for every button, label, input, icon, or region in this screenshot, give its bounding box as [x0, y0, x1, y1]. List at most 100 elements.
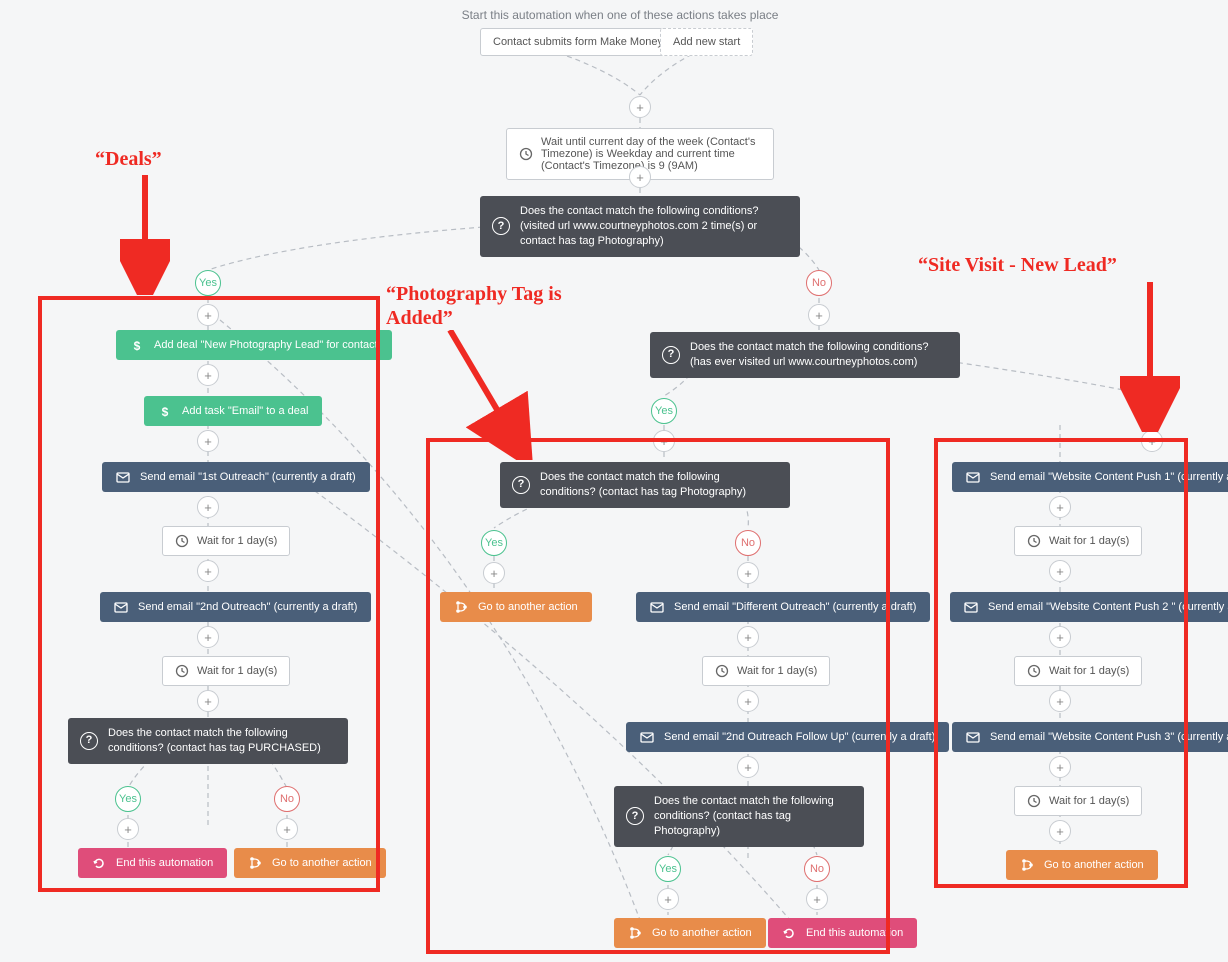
question-icon: ?	[626, 807, 644, 825]
send-email-wcp1[interactable]: Send email "Website Content Push 1" (cur…	[952, 462, 1228, 492]
cycle-icon	[92, 856, 106, 870]
wait-1-day[interactable]: Wait for 1 day(s)	[1014, 656, 1142, 686]
add-step-plus[interactable]: +	[629, 96, 651, 118]
add-new-start[interactable]: Add new start	[660, 28, 753, 56]
add-step-plus[interactable]: +	[197, 496, 219, 518]
no-badge: No	[274, 786, 300, 812]
action-label: Send email "Different Outreach" (current…	[674, 601, 916, 613]
condition-photo-or-visit[interactable]: ? Does the contact match the following c…	[480, 196, 800, 257]
add-step-plus[interactable]: +	[1141, 430, 1163, 452]
add-step-plus[interactable]: +	[483, 562, 505, 584]
condition-site-visited[interactable]: ? Does the contact match the following c…	[650, 332, 960, 378]
add-deal-action[interactable]: Add deal "New Photography Lead" for cont…	[116, 330, 392, 360]
clock-icon	[1027, 794, 1041, 808]
add-step-plus[interactable]: +	[197, 690, 219, 712]
action-label: Send email "2nd Outreach" (currently a d…	[138, 601, 357, 613]
add-step-plus[interactable]: +	[806, 888, 828, 910]
goto-action[interactable]: Go to another action	[234, 848, 386, 878]
add-step-plus[interactable]: +	[1049, 820, 1071, 842]
clock-icon	[1027, 664, 1041, 678]
add-step-plus[interactable]: +	[737, 562, 759, 584]
wait-1-day[interactable]: Wait for 1 day(s)	[162, 526, 290, 556]
send-email-wcp2[interactable]: Send email "Website Content Push 2 " (cu…	[950, 592, 1228, 622]
wait-1-day[interactable]: Wait for 1 day(s)	[1014, 786, 1142, 816]
add-step-plus[interactable]: +	[1049, 756, 1071, 778]
condition-text: Does the contact match the following con…	[540, 470, 778, 500]
add-step-plus[interactable]: +	[197, 364, 219, 386]
goto-action[interactable]: Go to another action	[614, 918, 766, 948]
mail-icon	[116, 470, 130, 484]
annotation-arrow	[120, 175, 170, 295]
yes-badge: Yes	[651, 398, 677, 424]
no-badge: No	[735, 530, 761, 556]
add-step-plus[interactable]: +	[197, 304, 219, 326]
add-step-plus[interactable]: +	[1049, 626, 1071, 648]
wait-1-day[interactable]: Wait for 1 day(s)	[162, 656, 290, 686]
condition-text: Does the contact match the following con…	[520, 204, 788, 249]
add-step-plus[interactable]: +	[737, 756, 759, 778]
send-email-different-outreach[interactable]: Send email "Different Outreach" (current…	[636, 592, 930, 622]
question-icon: ?	[512, 476, 530, 494]
mail-icon	[964, 600, 978, 614]
wait-label: Wait for 1 day(s)	[737, 665, 817, 677]
add-step-plus[interactable]: +	[197, 560, 219, 582]
wait-label: Wait for 1 day(s)	[1049, 665, 1129, 677]
clock-icon	[715, 664, 729, 678]
add-step-plus[interactable]: +	[197, 430, 219, 452]
add-step-plus[interactable]: +	[657, 888, 679, 910]
action-label: Go to another action	[478, 601, 578, 613]
send-email-1st-outreach[interactable]: Send email "1st Outreach" (currently a d…	[102, 462, 370, 492]
action-label: Send email "Website Content Push 1" (cur…	[990, 471, 1228, 483]
dollar-icon	[158, 404, 172, 418]
wait-1-day[interactable]: Wait for 1 day(s)	[702, 656, 830, 686]
branch-icon	[628, 926, 642, 940]
add-step-plus[interactable]: +	[737, 690, 759, 712]
mail-icon	[966, 730, 980, 744]
add-step-plus[interactable]: +	[1049, 496, 1071, 518]
action-label: End this automation	[806, 927, 903, 939]
wait-label: Wait for 1 day(s)	[1049, 795, 1129, 807]
wait-1-day[interactable]: Wait for 1 day(s)	[1014, 526, 1142, 556]
add-step-plus[interactable]: +	[629, 166, 651, 188]
no-badge: No	[804, 856, 830, 882]
action-label: Go to another action	[1044, 859, 1144, 871]
mail-icon	[640, 730, 654, 744]
add-step-plus[interactable]: +	[1049, 690, 1071, 712]
mail-icon	[966, 470, 980, 484]
add-step-plus[interactable]: +	[737, 626, 759, 648]
send-email-wcp3[interactable]: Send email "Website Content Push 3" (cur…	[952, 722, 1228, 752]
condition-text: Does the contact match the following con…	[654, 794, 852, 839]
branch-icon	[454, 600, 468, 614]
condition-has-photo-tag-2[interactable]: ? Does the contact match the following c…	[614, 786, 864, 847]
cycle-icon	[782, 926, 796, 940]
add-step-plus[interactable]: +	[1049, 560, 1071, 582]
send-email-2nd-outreach[interactable]: Send email "2nd Outreach" (currently a d…	[100, 592, 371, 622]
no-badge: No	[806, 270, 832, 296]
condition-purchased[interactable]: ? Does the contact match the following c…	[68, 718, 348, 764]
add-step-plus[interactable]: +	[276, 818, 298, 840]
yes-badge: Yes	[195, 270, 221, 296]
condition-has-photo-tag[interactable]: ? Does the contact match the following c…	[500, 462, 790, 508]
annotation-arrow	[420, 330, 540, 460]
goto-action[interactable]: Go to another action	[440, 592, 592, 622]
action-label: Go to another action	[272, 857, 372, 869]
add-step-plus[interactable]: +	[197, 626, 219, 648]
send-email-2nd-follow-up[interactable]: Send email "2nd Outreach Follow Up" (cur…	[626, 722, 949, 752]
mail-icon	[114, 600, 128, 614]
action-label: Send email "2nd Outreach Follow Up" (cur…	[664, 731, 935, 743]
add-step-plus[interactable]: +	[808, 304, 830, 326]
dollar-icon	[130, 338, 144, 352]
add-step-plus[interactable]: +	[117, 818, 139, 840]
action-label: Send email "1st Outreach" (currently a d…	[140, 471, 356, 483]
add-step-plus[interactable]: +	[653, 430, 675, 452]
yes-badge: Yes	[655, 856, 681, 882]
goto-action[interactable]: Go to another action	[1006, 850, 1158, 880]
yes-badge: Yes	[115, 786, 141, 812]
branch-icon	[1020, 858, 1034, 872]
action-label: Send email "Website Content Push 2 " (cu…	[988, 601, 1228, 613]
question-icon: ?	[492, 217, 510, 235]
end-automation[interactable]: End this automation	[768, 918, 917, 948]
mail-icon	[650, 600, 664, 614]
end-automation[interactable]: End this automation	[78, 848, 227, 878]
add-task-action[interactable]: Add task "Email" to a deal	[144, 396, 322, 426]
